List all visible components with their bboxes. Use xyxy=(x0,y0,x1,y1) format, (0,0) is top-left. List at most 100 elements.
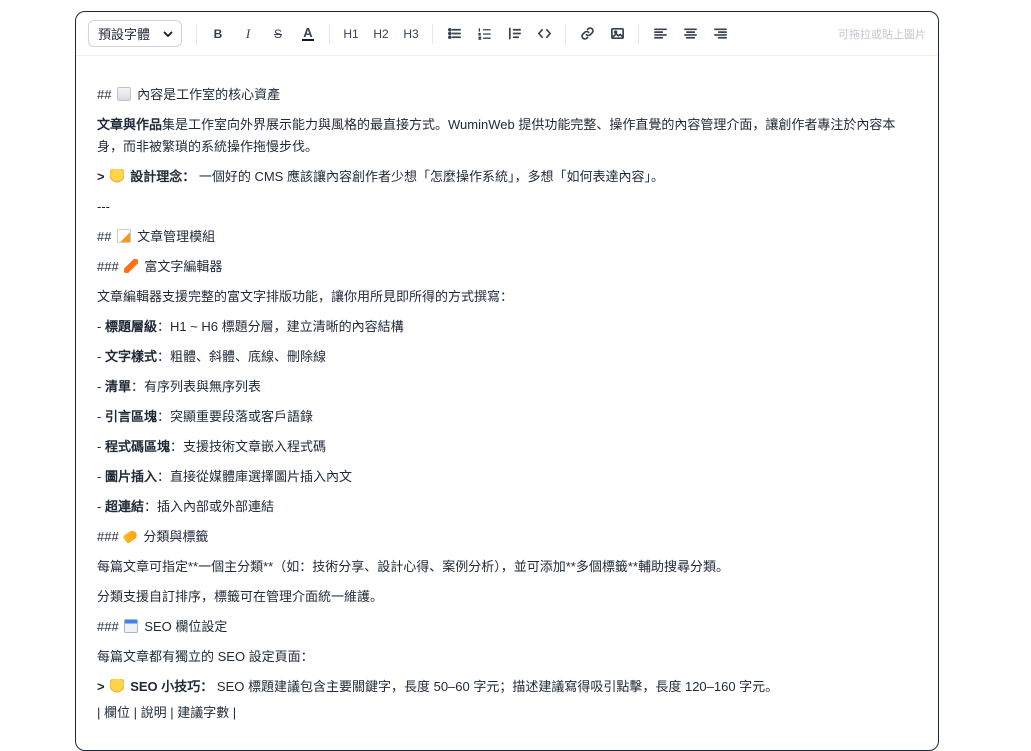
list-dash: - xyxy=(97,379,102,394)
list-dash: - xyxy=(97,349,102,364)
markdown-prefix: ## xyxy=(97,87,112,102)
markdown-prefix: ### xyxy=(97,529,119,544)
editor-toolbar: 預設字體 B I S A H1 H2 H3 可拖拉或貼上圖片 xyxy=(76,12,938,56)
text-color-button[interactable]: A xyxy=(293,20,323,48)
feature-desc: ：突顯重要段落或客戶語錄 xyxy=(156,409,313,424)
quote-text: 一個好的 CMS 應該讓內容創作者少想「怎麼操作系統」，多想「如何表達內容」。 xyxy=(195,169,664,184)
heading-3-button[interactable]: H3 xyxy=(396,20,426,48)
bold-label: B xyxy=(213,26,223,41)
heading-2-button[interactable]: H2 xyxy=(366,20,396,48)
code-icon xyxy=(537,28,551,39)
toolbar-divider xyxy=(329,23,330,44)
strikethrough-label: S xyxy=(273,26,282,41)
category-description: 每篇文章可指定**一個主分類**（如：技術分享、設計心得、案例分析），並可添加*… xyxy=(97,559,729,574)
lightbulb-icon xyxy=(110,169,125,183)
list-item: - 標題層級：H1 ~ H6 標題分層，建立清晰的內容結構 xyxy=(97,316,918,338)
lightbulb-icon xyxy=(110,679,125,693)
align-center-button[interactable] xyxy=(675,20,705,48)
image-icon xyxy=(610,27,624,40)
heading-3-label: H3 xyxy=(403,26,419,41)
markdown-prefix: > xyxy=(97,679,105,694)
toolbar-divider xyxy=(432,23,433,44)
table-header-row: | 欄位 | 說明 | 建議字數 | xyxy=(97,705,237,720)
feature-name: 程式碼區塊 xyxy=(104,439,170,454)
heading-article-module: ## 文章管理模組 xyxy=(97,226,918,248)
feature-name: 超連結 xyxy=(104,499,144,514)
font-family-select[interactable]: 預設字體 xyxy=(88,20,182,47)
category-sort-note: 分類支援自訂排序，標籤可在管理介面統一維護。 xyxy=(97,589,384,604)
heading-core-assets: ## 內容是工作室的核心資產 xyxy=(97,84,918,106)
code-button[interactable] xyxy=(529,20,559,48)
bullet-list-button[interactable] xyxy=(439,20,469,48)
ordered-list-button[interactable] xyxy=(469,20,499,48)
calendar-icon xyxy=(124,619,139,633)
markdown-prefix: > xyxy=(97,169,105,184)
image-button[interactable] xyxy=(602,20,632,48)
heading-1-label: H1 xyxy=(343,26,359,41)
feature-desc: ：有序列表與無序列表 xyxy=(130,379,261,394)
intro-bold: 文章與作品 xyxy=(97,117,163,132)
toolbar-divider xyxy=(638,23,639,44)
intro-text: 集是工作室向外界展示能力與風格的最直接方式。WuminWeb 提供功能完整、操作… xyxy=(97,117,896,154)
pencil-icon xyxy=(124,259,139,273)
link-button[interactable] xyxy=(572,20,602,48)
heading-2-label: H2 xyxy=(373,26,389,41)
bold-button[interactable]: B xyxy=(203,20,233,48)
upload-hint: 可拖拉或貼上圖片 xyxy=(838,29,926,41)
feature-name: 引言區塊 xyxy=(104,409,157,424)
list-dash: - xyxy=(97,409,102,424)
markdown-prefix: ### xyxy=(97,619,119,634)
link-icon xyxy=(580,27,594,40)
editor-content[interactable]: ## 內容是工作室的核心資產 文章與作品集是工作室向外界展示能力與風格的最直接方… xyxy=(76,56,938,724)
heading-1-button[interactable]: H1 xyxy=(336,20,366,48)
page-icon xyxy=(117,87,132,101)
feature-desc: ：粗體、斜體、底線、刪除線 xyxy=(156,349,326,364)
chevron-down-icon xyxy=(163,31,173,37)
list-dash: - xyxy=(97,499,102,514)
quote-design-idea: > 設計理念： 一個好的 CMS 應該讓內容創作者少想「怎麼操作系統」，多想「如… xyxy=(97,166,918,188)
feature-name: 標題層級 xyxy=(104,319,157,334)
list-item: - 超連結：插入內部或外部連結 xyxy=(97,496,918,518)
list-dash: - xyxy=(97,469,102,484)
quote-bold: 設計理念： xyxy=(130,169,196,184)
align-right-icon xyxy=(713,28,727,39)
memo-icon xyxy=(117,229,132,243)
markdown-prefix: ### xyxy=(97,259,119,274)
list-dash: - xyxy=(97,439,102,454)
align-right-button[interactable] xyxy=(705,20,735,48)
heading-text: 內容是工作室的核心資產 xyxy=(137,87,281,102)
feature-desc: ：直接從媒體庫選擇圖片插入內文 xyxy=(156,469,352,484)
feature-desc: ：支援技術文章嵌入程式碼 xyxy=(169,439,326,454)
heading-text: 分類與標籤 xyxy=(143,529,209,544)
quote-bold: SEO 小技巧： xyxy=(130,679,214,694)
list-item: - 文字樣式：粗體、斜體、底線、刪除線 xyxy=(97,346,918,368)
list-dash: - xyxy=(97,319,102,334)
bullet-list-icon xyxy=(447,27,461,40)
blockquote-icon xyxy=(508,27,521,40)
ordered-list-icon xyxy=(477,28,491,40)
toolbar-divider xyxy=(565,23,566,44)
strikethrough-button[interactable]: S xyxy=(263,20,293,48)
list-item: - 引言區塊：突顯重要段落或客戶語錄 xyxy=(97,406,918,428)
align-center-icon xyxy=(683,28,697,39)
heading-category-tags: ### 分類與標籤 xyxy=(97,526,918,548)
heading-seo-fields: ### SEO 欄位設定 xyxy=(97,616,918,638)
list-item: - 清單：有序列表與無序列表 xyxy=(97,376,918,398)
italic-label: I xyxy=(245,25,251,41)
blockquote-button[interactable] xyxy=(499,20,529,48)
tag-icon xyxy=(122,529,139,544)
heading-rich-editor: ### 富文字編輯器 xyxy=(97,256,918,278)
intro-paragraph: 文章與作品集是工作室向外界展示能力與風格的最直接方式。WuminWeb 提供功能… xyxy=(97,114,919,158)
text-color-label: A xyxy=(302,25,314,41)
align-left-icon xyxy=(653,28,667,39)
rich-text-editor: 預設字體 B I S A H1 H2 H3 可拖拉或貼上圖片 ## 內容是工作室… xyxy=(75,11,939,751)
heading-text: 富文字編輯器 xyxy=(144,259,223,274)
italic-button[interactable]: I xyxy=(233,20,263,48)
font-select-value: 預設字體 xyxy=(98,27,151,42)
editor-description: 文章編輯器支援完整的富文字排版功能，讓你用所見即所得的方式撰寫： xyxy=(97,289,514,304)
feature-desc: ：插入內部或外部連結 xyxy=(143,499,274,514)
seo-description: 每篇文章都有獨立的 SEO 設定頁面： xyxy=(97,649,314,664)
align-left-button[interactable] xyxy=(645,20,675,48)
markdown-prefix: ## xyxy=(97,229,112,244)
feature-name: 文字樣式 xyxy=(104,349,157,364)
